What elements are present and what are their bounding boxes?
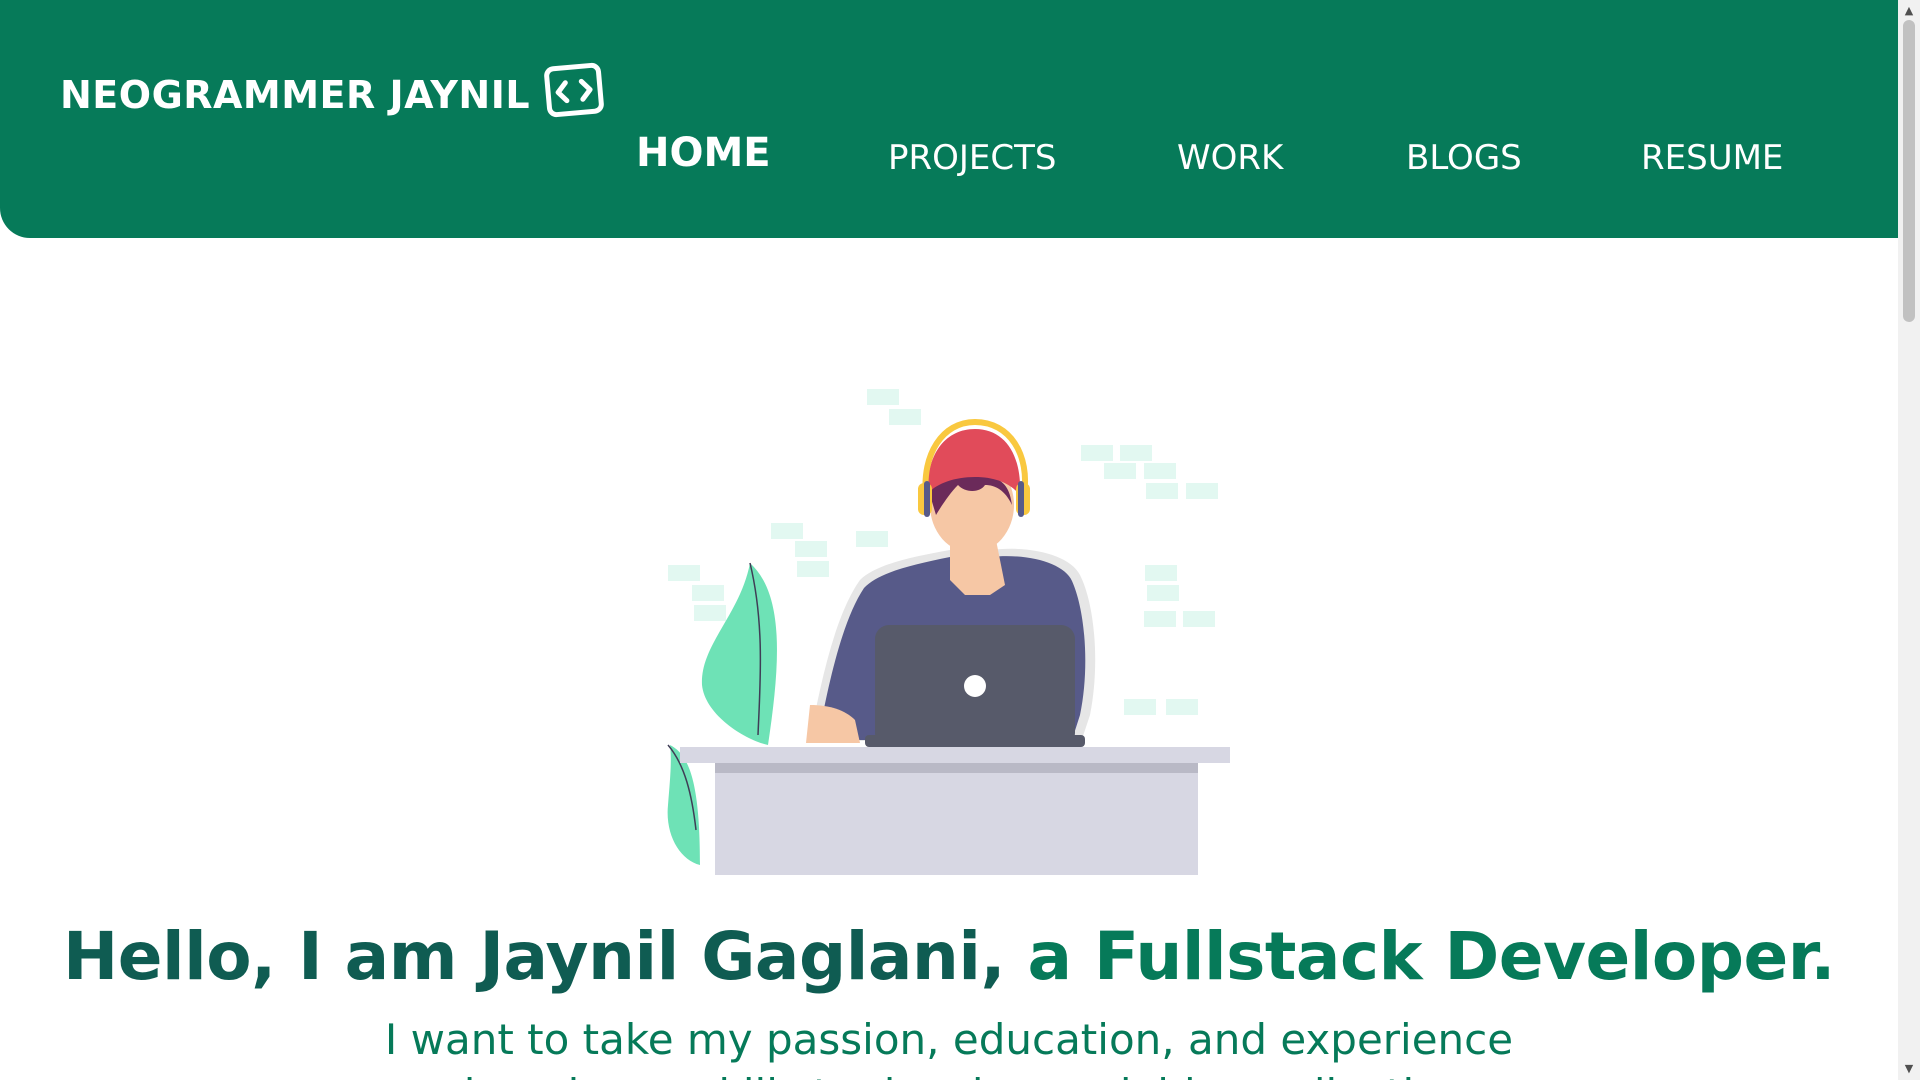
developer-with-laptop-illustration bbox=[667, 389, 1230, 875]
headline-role: a Fullstack Developer. bbox=[1027, 918, 1836, 995]
hero-subline-1: I want to take my passion, education, an… bbox=[384, 1015, 1514, 1064]
code-window-icon bbox=[544, 62, 604, 118]
scroll-thumb[interactable] bbox=[1903, 20, 1915, 322]
scroll-down-icon[interactable]: ▼ bbox=[1898, 1062, 1920, 1075]
desk bbox=[680, 747, 1230, 875]
nav-home[interactable]: HOME bbox=[636, 130, 771, 176]
brand-name: NEOGRAMMER JAYNIL bbox=[60, 73, 531, 117]
site-header: NEOGRAMMER JAYNIL HOME PROJECTS WORK BLO… bbox=[0, 0, 1898, 238]
nav-resume[interactable]: RESUME bbox=[1641, 138, 1783, 178]
scroll-up-icon[interactable]: ▲ bbox=[1898, 4, 1920, 17]
nav-work[interactable]: WORK bbox=[1177, 138, 1283, 178]
vertical-scrollbar[interactable]: ▲ ▼ bbox=[1898, 0, 1920, 1080]
headline-intro: Hello, I am Jaynil Gaglani, bbox=[63, 918, 1006, 995]
brand-logo[interactable]: NEOGRAMMER JAYNIL bbox=[60, 62, 604, 118]
nav-blogs[interactable]: BLOGS bbox=[1406, 138, 1522, 178]
nav-projects[interactable]: PROJECTS bbox=[888, 138, 1057, 178]
laptop bbox=[865, 625, 1085, 747]
hero-headline: Hello, I am Jaynil Gaglani, a Fullstack … bbox=[0, 918, 1898, 995]
hero-subline-2: and apply my skills to develop scalable … bbox=[0, 1070, 1898, 1080]
page: NEOGRAMMER JAYNIL HOME PROJECTS WORK BLO… bbox=[0, 0, 1920, 1080]
